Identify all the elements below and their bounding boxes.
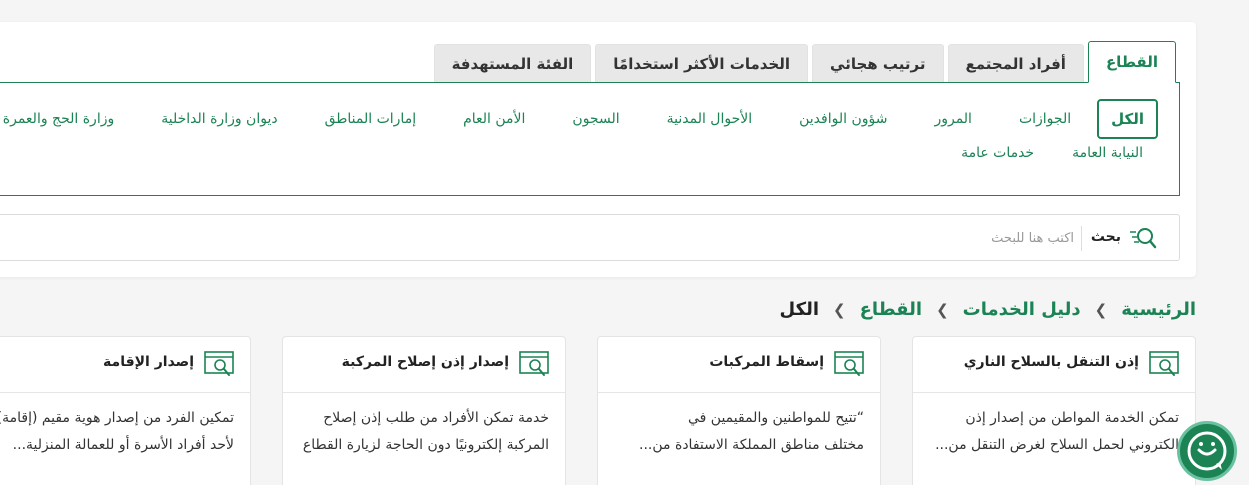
breadcrumb: الرئيسية ❮ دليل الخدمات ❮ القطاع ❮ الكل: [780, 299, 1196, 320]
card-title[interactable]: إصدار الإقامة: [103, 354, 194, 370]
service-card[interactable]: إصدار إذن إصلاح المركبة خدمة تمكن الأفرا…: [282, 336, 566, 485]
category-row: الكل الجوازات المرور شؤون الوافدين الأحو…: [0, 99, 1158, 139]
service-icon: [519, 351, 549, 376]
breadcrumb-home[interactable]: الرئيسية: [1121, 299, 1196, 320]
tab-sector[interactable]: القطاع: [1087, 41, 1176, 83]
card-title[interactable]: إسقاط المركبات: [709, 354, 824, 370]
category-traffic[interactable]: المرور: [934, 111, 972, 127]
category-moi-office[interactable]: ديوان وزارة الداخلية: [161, 111, 277, 127]
service-icon: [204, 351, 234, 376]
search-label: بحث: [1090, 229, 1121, 245]
category-row: النيابة العامة خدمات عامة: [923, 145, 1143, 161]
breadcrumb-services-guide[interactable]: دليل الخدمات: [963, 299, 1081, 320]
tab-target-group[interactable]: الفئة المستهدفة: [433, 44, 592, 83]
breadcrumb-current: الكل: [779, 299, 819, 320]
card-description: “تتيح للمواطنين والمقيمين في مختلف مناطق…: [639, 410, 864, 453]
chat-assistant-button[interactable]: [1177, 421, 1237, 481]
card-title[interactable]: إصدار إذن إصلاح المركبة: [342, 354, 509, 370]
service-icon: [1149, 351, 1179, 376]
service-icon: [834, 351, 864, 376]
category-regional-emirates[interactable]: إمارات المناطق: [325, 111, 417, 127]
category-passports[interactable]: الجوازات: [1019, 111, 1071, 127]
card-header: إصدار الإقامة: [0, 337, 250, 393]
card-description: خدمة تمكن الأفراد من طلب إذن إصلاح المرك…: [302, 410, 549, 453]
service-card[interactable]: إذن التنقل بالسلاح الناري تمكن الخدمة ال…: [912, 336, 1196, 485]
category-all[interactable]: الكل: [1097, 99, 1158, 139]
card-description: تمكن الخدمة المواطن من إصدار إذن الكترون…: [935, 410, 1179, 453]
card-header: إسقاط المركبات: [598, 337, 880, 393]
category-prisons[interactable]: السجون: [572, 111, 619, 127]
category-civil-affairs[interactable]: الأحوال المدنية: [667, 111, 753, 127]
search-divider: [1081, 226, 1082, 251]
chat-assistant-icon: [1187, 431, 1227, 471]
search-bar: بحث: [0, 214, 1180, 261]
category-box: الكل الجوازات المرور شؤون الوافدين الأحو…: [0, 82, 1180, 196]
search-icon[interactable]: [1129, 225, 1157, 251]
search-input[interactable]: [574, 223, 1074, 253]
card-title[interactable]: إذن التنقل بالسلاح الناري: [964, 354, 1139, 370]
category-expatriates[interactable]: شؤون الوافدين: [799, 111, 887, 127]
tab-most-used[interactable]: الخدمات الأكثر استخدامًا: [595, 44, 809, 83]
category-hajj-umrah[interactable]: وزارة الحج والعمرة: [3, 111, 114, 127]
category-public-security[interactable]: الأمن العام: [463, 111, 525, 127]
breadcrumb-sector[interactable]: القطاع: [860, 299, 922, 320]
service-card[interactable]: إسقاط المركبات “تتيح للمواطنين والمقيمين…: [597, 336, 881, 485]
category-public-prosecution[interactable]: النيابة العامة: [1072, 145, 1143, 161]
filter-tabs: القطاع أفراد المجتمع ترتيب هجائي الخدمات…: [433, 41, 1176, 83]
card-header: إصدار إذن إصلاح المركبة: [283, 337, 565, 393]
service-card[interactable]: إصدار الإقامة تمكين الفرد من إصدار هوية …: [0, 336, 251, 485]
chevron-left-icon: ❮: [936, 300, 949, 319]
card-header: إذن التنقل بالسلاح الناري: [913, 337, 1195, 393]
category-general-services[interactable]: خدمات عامة: [961, 145, 1034, 161]
chevron-left-icon: ❮: [833, 300, 846, 319]
tab-community-members[interactable]: أفراد المجتمع: [947, 44, 1084, 83]
card-description: تمكين الفرد من إصدار هوية مقيم (إقامة) ل…: [0, 410, 234, 453]
tab-alphabetical[interactable]: ترتيب هجائي: [812, 44, 944, 83]
chevron-left-icon: ❮: [1094, 300, 1108, 319]
